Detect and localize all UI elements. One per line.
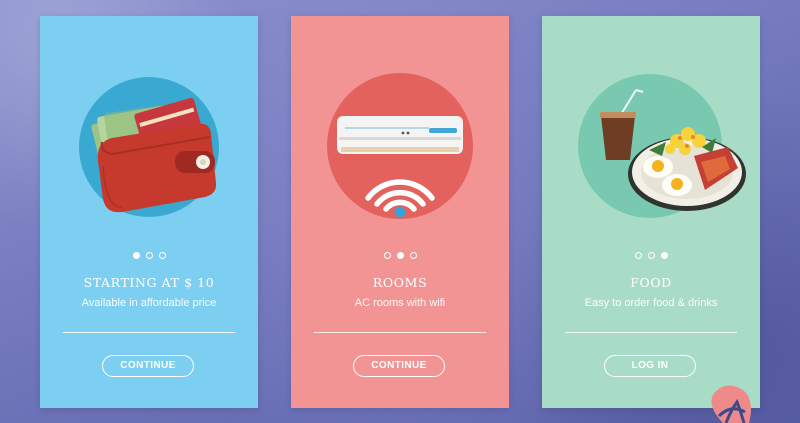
pagination-dots [40,252,258,259]
divider [565,332,737,333]
onboarding-card-food: FOOD Easy to order food & drinks LOG IN [542,16,760,408]
page-dot-1[interactable] [132,252,140,259]
page-dot-2[interactable] [647,252,655,259]
food-illustration [578,74,746,218]
page-dot-3[interactable] [660,252,668,259]
page-dot-2[interactable] [396,252,404,259]
continue-button[interactable]: CONTINUE [353,355,445,377]
divider [314,332,486,333]
login-button[interactable]: LOG IN [604,355,696,377]
card-title: FOOD [630,275,672,290]
pagination-dots [542,252,760,259]
onboarding-card-rooms: ROOMS AC rooms with wifi CONTINUE [291,16,509,408]
divider [63,332,235,333]
page-dot-1[interactable] [634,252,642,259]
card-subtitle: AC rooms with wifi [354,297,446,309]
onboarding-card-pricing: STARTING AT $ 10 Available in affordable… [40,16,258,408]
pagination-dots [291,252,509,259]
card-subtitle: Available in affordable price [81,297,217,309]
card-subtitle: Easy to order food & drinks [584,297,718,309]
continue-button[interactable]: CONTINUE [102,355,194,377]
card-title: ROOMS [372,275,428,290]
flip-flop-decoration [711,385,751,423]
card-title: STARTING AT $ 10 [83,275,215,290]
ac-wifi-illustration [327,73,473,219]
page-dot-3[interactable] [158,252,166,259]
page-dot-1[interactable] [383,252,391,259]
page-dot-3[interactable] [409,252,417,259]
air-conditioner-icon [337,116,463,154]
page-dot-2[interactable] [145,252,153,259]
wallet-illustration [79,77,219,217]
